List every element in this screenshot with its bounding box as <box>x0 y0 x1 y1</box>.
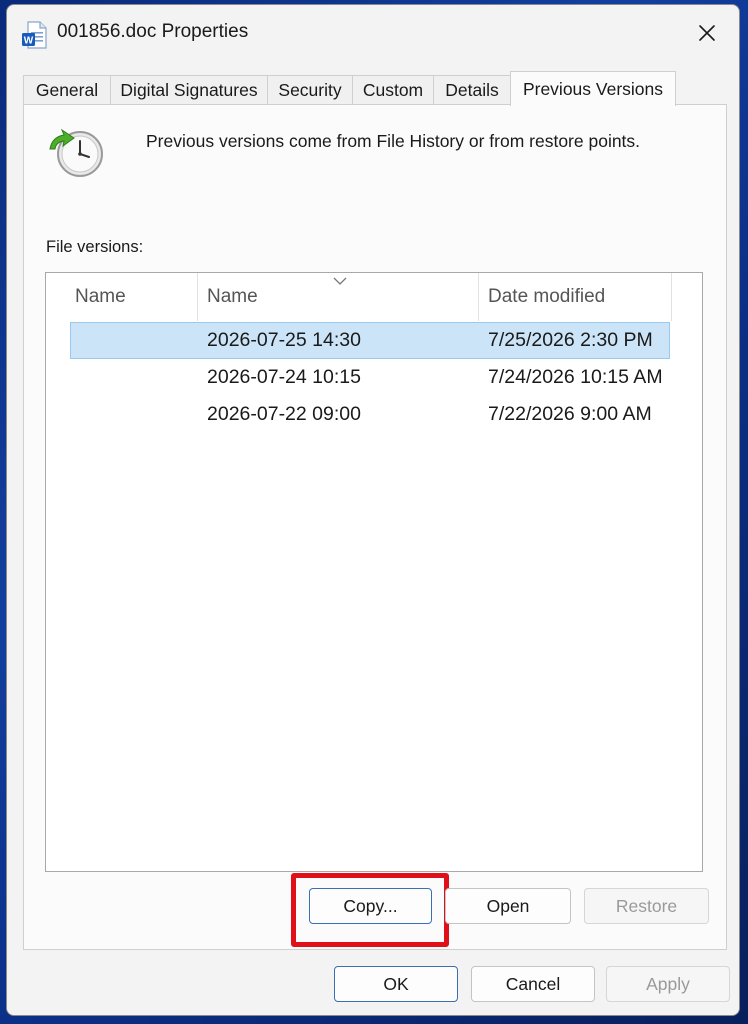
title-bar[interactable]: W 001856.doc Properties <box>7 5 739 61</box>
window-title: 001856.doc Properties <box>57 21 249 42</box>
restore-clock-icon <box>46 127 106 181</box>
file-versions-list[interactable]: Name Name Date modified 2026-07-25 14:30… <box>45 272 703 872</box>
file-versions-label: File versions: <box>46 238 144 256</box>
tab-custom[interactable]: Custom <box>352 75 434 105</box>
column-header-name-1[interactable]: Name <box>66 273 197 321</box>
svg-text:W: W <box>24 36 34 47</box>
version-date-modified: 7/25/2026 2:30 PM <box>488 329 653 351</box>
open-button[interactable]: Open <box>445 888 571 924</box>
version-date-modified: 7/24/2026 10:15 AM <box>488 366 663 388</box>
version-name: 2026-07-22 09:00 <box>207 403 361 425</box>
previous-versions-panel: Previous versions come from File History… <box>23 104 727 950</box>
close-icon <box>699 25 715 41</box>
description-text: Previous versions come from File History… <box>146 131 641 151</box>
tab-details[interactable]: Details <box>433 75 511 105</box>
tab-general[interactable]: General <box>23 75 111 105</box>
column-header-date-modified[interactable]: Date modified <box>479 273 671 321</box>
tab-security[interactable]: Security <box>267 75 353 105</box>
tab-digital-signatures[interactable]: Digital Signatures <box>110 75 268 105</box>
close-button[interactable] <box>689 15 725 51</box>
tab-previous-versions[interactable]: Previous Versions <box>510 71 676 106</box>
dialog-footer: OK Cancel Apply <box>7 951 739 1015</box>
ok-button[interactable]: OK <box>334 966 458 1002</box>
list-item[interactable]: 2026-07-25 14:30 7/25/2026 2:30 PM <box>70 322 670 359</box>
restore-button[interactable]: Restore <box>584 888 709 924</box>
word-document-icon: W <box>21 21 47 49</box>
copy-button[interactable]: Copy... <box>309 888 432 924</box>
column-divider[interactable] <box>671 273 672 321</box>
list-item[interactable]: 2026-07-24 10:15 7/24/2026 10:15 AM <box>70 359 670 396</box>
properties-dialog: W 001856.doc Properties General Digital … <box>6 4 740 1016</box>
apply-button[interactable]: Apply <box>606 966 730 1002</box>
version-name: 2026-07-25 14:30 <box>207 329 361 351</box>
cancel-button[interactable]: Cancel <box>471 966 595 1002</box>
version-name: 2026-07-24 10:15 <box>207 366 361 388</box>
sort-caret-down-icon <box>332 273 348 285</box>
list-item[interactable]: 2026-07-22 09:00 7/22/2026 9:00 AM <box>70 396 670 433</box>
version-date-modified: 7/22/2026 9:00 AM <box>488 403 652 425</box>
